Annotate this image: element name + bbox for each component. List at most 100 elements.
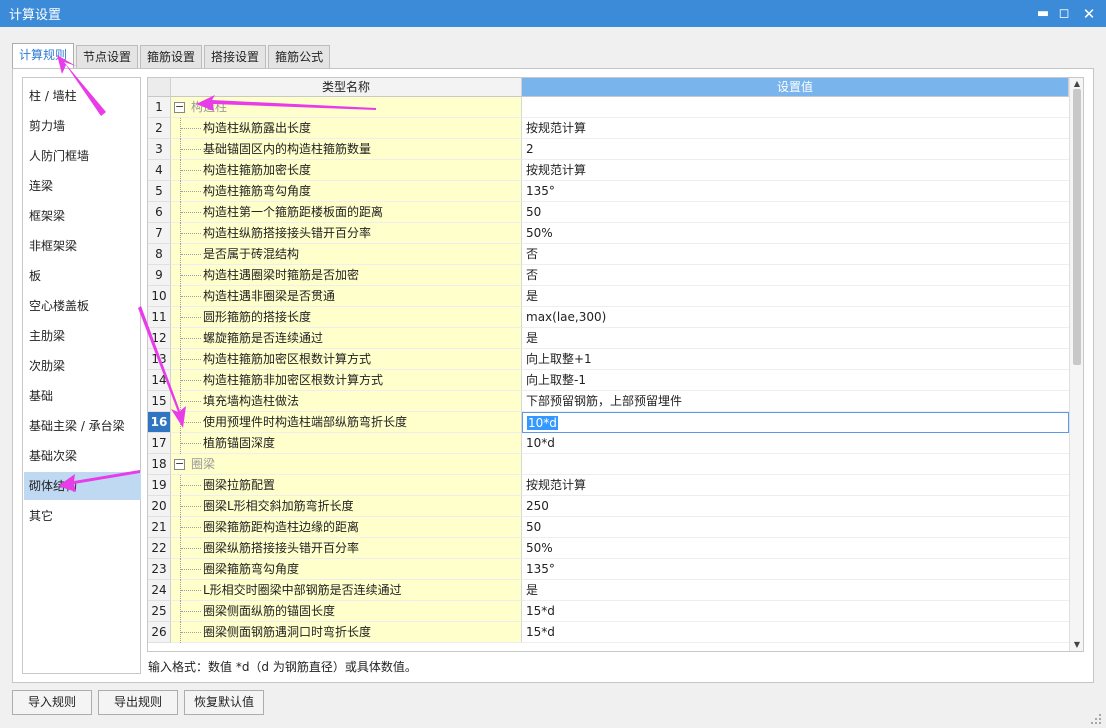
table-row[interactable]: 13 构造柱箍筋加密区根数计算方式 向上取整+1 <box>148 349 1069 370</box>
table-row[interactable]: 10 构造柱遇非圈梁是否贯通 是 <box>148 286 1069 307</box>
nav-item[interactable]: 基础主梁 / 承台梁 <box>24 412 141 440</box>
row-value[interactable]: max(lae,300) <box>522 307 1069 328</box>
table-row[interactable]: 12 螺旋箍筋是否连续通过 是 <box>148 328 1069 349</box>
row-value[interactable]: 按规范计算 <box>522 475 1069 496</box>
group-row[interactable]: 18− 圈梁 <box>148 454 1069 475</box>
table-row[interactable]: 14 构造柱箍筋非加密区根数计算方式 向上取整-1 <box>148 370 1069 391</box>
tab-calc-rules[interactable]: 计算规则 <box>12 43 75 68</box>
row-value[interactable]: 否 <box>522 244 1069 265</box>
row-type-name[interactable]: 圈梁侧面钢筋遇洞口时弯折长度 <box>171 622 522 643</box>
row-type-name[interactable]: 构造柱箍筋弯勾角度 <box>171 181 522 202</box>
row-value[interactable]: 按规范计算 <box>522 160 1069 181</box>
row-type-name[interactable]: 构造柱遇非圈梁是否贯通 <box>171 286 522 307</box>
table-row[interactable]: 26 圈梁侧面钢筋遇洞口时弯折长度 15*d <box>148 622 1069 643</box>
row-value[interactable]: 50 <box>522 202 1069 223</box>
table-row[interactable]: 21 圈梁箍筋距构造柱边缘的距离 50 <box>148 517 1069 538</box>
tab-lap-settings[interactable]: 搭接设置 <box>204 45 267 68</box>
row-type-name[interactable]: 使用预埋件时构造柱端部纵筋弯折长度 <box>171 412 522 433</box>
tab-node-settings[interactable]: 节点设置 <box>76 45 139 68</box>
resize-grip-icon[interactable] <box>1090 713 1102 725</box>
row-value[interactable]: 否 <box>522 265 1069 286</box>
row-type-name[interactable]: 圈梁箍筋距构造柱边缘的距离 <box>171 517 522 538</box>
table-row[interactable]: 2 构造柱纵筋露出长度 按规范计算 <box>148 118 1069 139</box>
scroll-thumb[interactable] <box>1073 89 1081 365</box>
maximize-icon[interactable]: ◻ <box>1051 0 1077 27</box>
nav-item[interactable]: 框架梁 <box>24 202 141 230</box>
row-type-name[interactable]: 螺旋箍筋是否连续通过 <box>171 328 522 349</box>
row-number[interactable]: 10 <box>148 286 171 307</box>
table-row[interactable]: 23 圈梁箍筋弯勾角度 135° <box>148 559 1069 580</box>
nav-item[interactable]: 柱 / 墙柱 <box>24 82 141 110</box>
row-number[interactable]: 16 <box>148 412 171 433</box>
nav-item[interactable]: 次肋梁 <box>24 352 141 380</box>
nav-item[interactable]: 非框架梁 <box>24 232 141 260</box>
row-type-name[interactable]: 圈梁拉筋配置 <box>171 475 522 496</box>
row-value[interactable]: 向上取整-1 <box>522 370 1069 391</box>
row-value[interactable]: 50% <box>522 538 1069 559</box>
row-type-name[interactable]: 基础锚固区内的构造柱箍筋数量 <box>171 139 522 160</box>
row-value[interactable]: 15*d <box>522 601 1069 622</box>
row-type-name[interactable]: 填充墙构造柱做法 <box>171 391 522 412</box>
selected-value-text[interactable]: 10*d <box>527 416 558 430</box>
row-type-name[interactable]: 圈梁L形相交斜加筋弯折长度 <box>171 496 522 517</box>
row-value[interactable]: 向上取整+1 <box>522 349 1069 370</box>
row-type-name[interactable]: 构造柱箍筋非加密区根数计算方式 <box>171 370 522 391</box>
table-row[interactable]: 9 构造柱遇圈梁时箍筋是否加密 否 <box>148 265 1069 286</box>
header-type-name[interactable]: 类型名称 <box>171 78 522 97</box>
table-row[interactable]: 22 圈梁纵筋搭接接头错开百分率 50% <box>148 538 1069 559</box>
row-value[interactable]: 15*d <box>522 622 1069 643</box>
row-value[interactable] <box>522 454 1069 475</box>
row-type-name[interactable]: − 圈梁 <box>171 454 522 475</box>
nav-item[interactable]: 其它 <box>24 502 141 530</box>
nav-item[interactable]: 连梁 <box>24 172 141 200</box>
row-number[interactable]: 17 <box>148 433 171 454</box>
row-number[interactable]: 9 <box>148 265 171 286</box>
nav-item[interactable]: 主肋梁 <box>24 322 141 350</box>
tab-stirrup-formula[interactable]: 箍筋公式 <box>268 45 331 68</box>
row-number[interactable]: 20 <box>148 496 171 517</box>
row-value[interactable]: 250 <box>522 496 1069 517</box>
row-value[interactable]: 135° <box>522 559 1069 580</box>
row-type-name[interactable]: 圆形箍筋的搭接长度 <box>171 307 522 328</box>
export-rules-button[interactable]: 导出规则 <box>98 690 178 715</box>
row-type-name[interactable]: 圈梁箍筋弯勾角度 <box>171 559 522 580</box>
row-value[interactable]: 是 <box>522 286 1069 307</box>
table-row[interactable]: 16 使用预埋件时构造柱端部纵筋弯折长度 10*d <box>148 412 1069 433</box>
row-value[interactable]: 是 <box>522 580 1069 601</box>
value-editor[interactable]: 10*d <box>522 412 1069 433</box>
nav-item[interactable]: 板 <box>24 262 141 290</box>
table-row[interactable]: 11 圆形箍筋的搭接长度 max(lae,300) <box>148 307 1069 328</box>
row-number[interactable]: 6 <box>148 202 171 223</box>
scroll-down-icon[interactable]: ▼ <box>1070 639 1083 651</box>
row-type-name[interactable]: 植筋锚固深度 <box>171 433 522 454</box>
row-type-name[interactable]: L形相交时圈梁中部钢筋是否连续通过 <box>171 580 522 601</box>
nav-item[interactable]: 剪力墙 <box>24 112 141 140</box>
row-number[interactable]: 19 <box>148 475 171 496</box>
row-value[interactable]: 是 <box>522 328 1069 349</box>
row-number[interactable]: 13 <box>148 349 171 370</box>
row-number[interactable]: 23 <box>148 559 171 580</box>
row-number[interactable]: 24 <box>148 580 171 601</box>
nav-item[interactable]: 砌体结构 <box>24 472 141 500</box>
row-number[interactable]: 5 <box>148 181 171 202</box>
nav-item[interactable]: 人防门框墙 <box>24 142 141 170</box>
table-row[interactable]: 24 L形相交时圈梁中部钢筋是否连续通过 是 <box>148 580 1069 601</box>
nav-item[interactable]: 空心楼盖板 <box>24 292 141 320</box>
tab-stirrup-settings[interactable]: 箍筋设置 <box>140 45 203 68</box>
row-number[interactable]: 11 <box>148 307 171 328</box>
nav-item[interactable]: 基础次梁 <box>24 442 141 470</box>
row-number[interactable]: 3 <box>148 139 171 160</box>
table-row[interactable]: 20 圈梁L形相交斜加筋弯折长度 250 <box>148 496 1069 517</box>
row-value[interactable]: 下部预留钢筋，上部预留埋件 <box>522 391 1069 412</box>
row-type-name[interactable]: 构造柱纵筋露出长度 <box>171 118 522 139</box>
row-number[interactable]: 22 <box>148 538 171 559</box>
table-row[interactable]: 5 构造柱箍筋弯勾角度 135° <box>148 181 1069 202</box>
row-number[interactable]: 7 <box>148 223 171 244</box>
restore-defaults-button[interactable]: 恢复默认值 <box>184 690 264 715</box>
table-row[interactable]: 19 圈梁拉筋配置 按规范计算 <box>148 475 1069 496</box>
table-row[interactable]: 17 植筋锚固深度 10*d <box>148 433 1069 454</box>
collapse-icon[interactable]: − <box>174 458 185 470</box>
row-number[interactable]: 2 <box>148 118 171 139</box>
row-type-name[interactable]: − 构造柱 <box>171 97 522 118</box>
row-type-name[interactable]: 构造柱第一个箍筋距楼板面的距离 <box>171 202 522 223</box>
